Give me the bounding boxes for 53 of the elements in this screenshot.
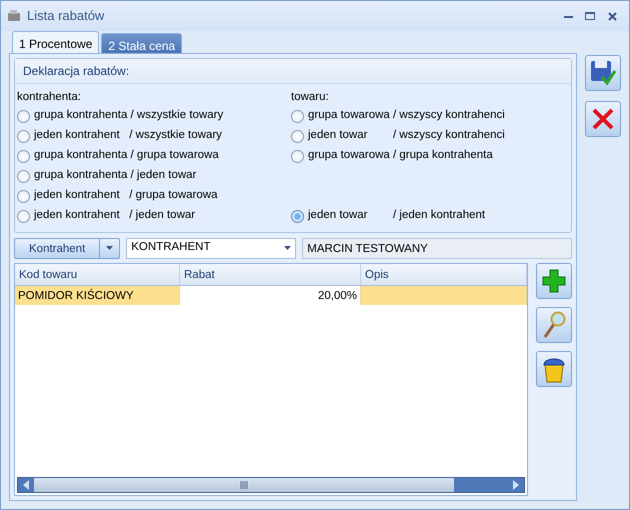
tab[interactable]: 2 Stała cena xyxy=(101,33,182,53)
radio-button[interactable] xyxy=(17,170,30,182)
caret-icon xyxy=(106,246,114,250)
column-header[interactable]: Opis xyxy=(361,264,527,285)
column-heading: towaru: xyxy=(291,90,330,105)
add-button[interactable] xyxy=(536,263,572,299)
table-row[interactable]: POMIDOR KIŚCIOWY 20,00% xyxy=(15,286,527,305)
cross-icon xyxy=(592,108,614,130)
radio-button[interactable] xyxy=(291,110,304,122)
radio-button[interactable] xyxy=(291,130,304,142)
radio-label[interactable]: grupa kontrahenta / wszystkie towary xyxy=(34,107,224,125)
maximize-icon[interactable] xyxy=(585,12,595,20)
radio-button[interactable] xyxy=(17,130,30,142)
radio-button[interactable] xyxy=(291,210,304,222)
panel-title: Deklaracja rabatów: xyxy=(15,59,571,84)
radio-button[interactable] xyxy=(17,210,30,222)
radio-label[interactable]: grupa towarowa / wszyscy kontrahenci xyxy=(308,107,505,125)
scroll-left-icon[interactable] xyxy=(23,480,29,490)
radio-label[interactable]: grupa kontrahenta / jeden towar xyxy=(34,167,196,185)
radio-label[interactable]: jeden kontrahent / wszystkie towary xyxy=(34,127,222,145)
scroll-thumb[interactable] xyxy=(34,478,454,492)
radio-label[interactable]: grupa towarowa / grupa kontrahenta xyxy=(308,147,493,165)
column-heading: kontrahenta: xyxy=(17,90,82,105)
table-cell: POMIDOR KIŚCIOWY xyxy=(15,286,180,305)
horizontal-scrollbar[interactable] xyxy=(17,477,525,493)
caret-icon xyxy=(284,246,292,250)
radio-label[interactable]: jeden towar / jeden kontrahent xyxy=(308,207,486,225)
delete-button[interactable] xyxy=(536,351,572,387)
cancel-button[interactable] xyxy=(585,101,621,137)
radio-button[interactable] xyxy=(291,150,304,162)
column-header[interactable]: Kod towaru xyxy=(15,264,180,285)
radio-label[interactable]: jeden kontrahent / jeden towar xyxy=(34,207,196,225)
magnifier-icon xyxy=(542,311,566,339)
app-icon xyxy=(7,9,21,23)
floppy-disk-icon xyxy=(590,60,616,86)
radio-button[interactable] xyxy=(17,190,30,202)
search-button[interactable] xyxy=(536,307,572,343)
minimize-icon[interactable] xyxy=(564,14,572,18)
plus-icon xyxy=(542,269,566,293)
column-header[interactable]: Rabat xyxy=(180,264,361,285)
save-button[interactable] xyxy=(585,55,621,91)
window-title: Lista rabatów xyxy=(27,7,106,26)
radio-label[interactable]: jeden kontrahent / grupa towarowa xyxy=(34,187,218,205)
tab[interactable]: 1 Procentowe xyxy=(12,31,100,53)
radio-label[interactable]: jeden towar / wszyscy kontrahenci xyxy=(308,127,505,145)
close-icon[interactable] xyxy=(608,12,616,20)
radio-label[interactable]: grupa kontrahenta / grupa towarowa xyxy=(34,147,219,165)
contractor-name-field: MARCIN TESTOWANY xyxy=(302,238,572,258)
scroll-right-icon[interactable] xyxy=(513,480,519,490)
type-dropdown[interactable]: KONTRAHENT xyxy=(126,238,296,258)
radio-button[interactable] xyxy=(17,150,30,162)
contractor-button[interactable]: Kontrahent xyxy=(14,238,120,258)
radio-button[interactable] xyxy=(17,110,30,122)
